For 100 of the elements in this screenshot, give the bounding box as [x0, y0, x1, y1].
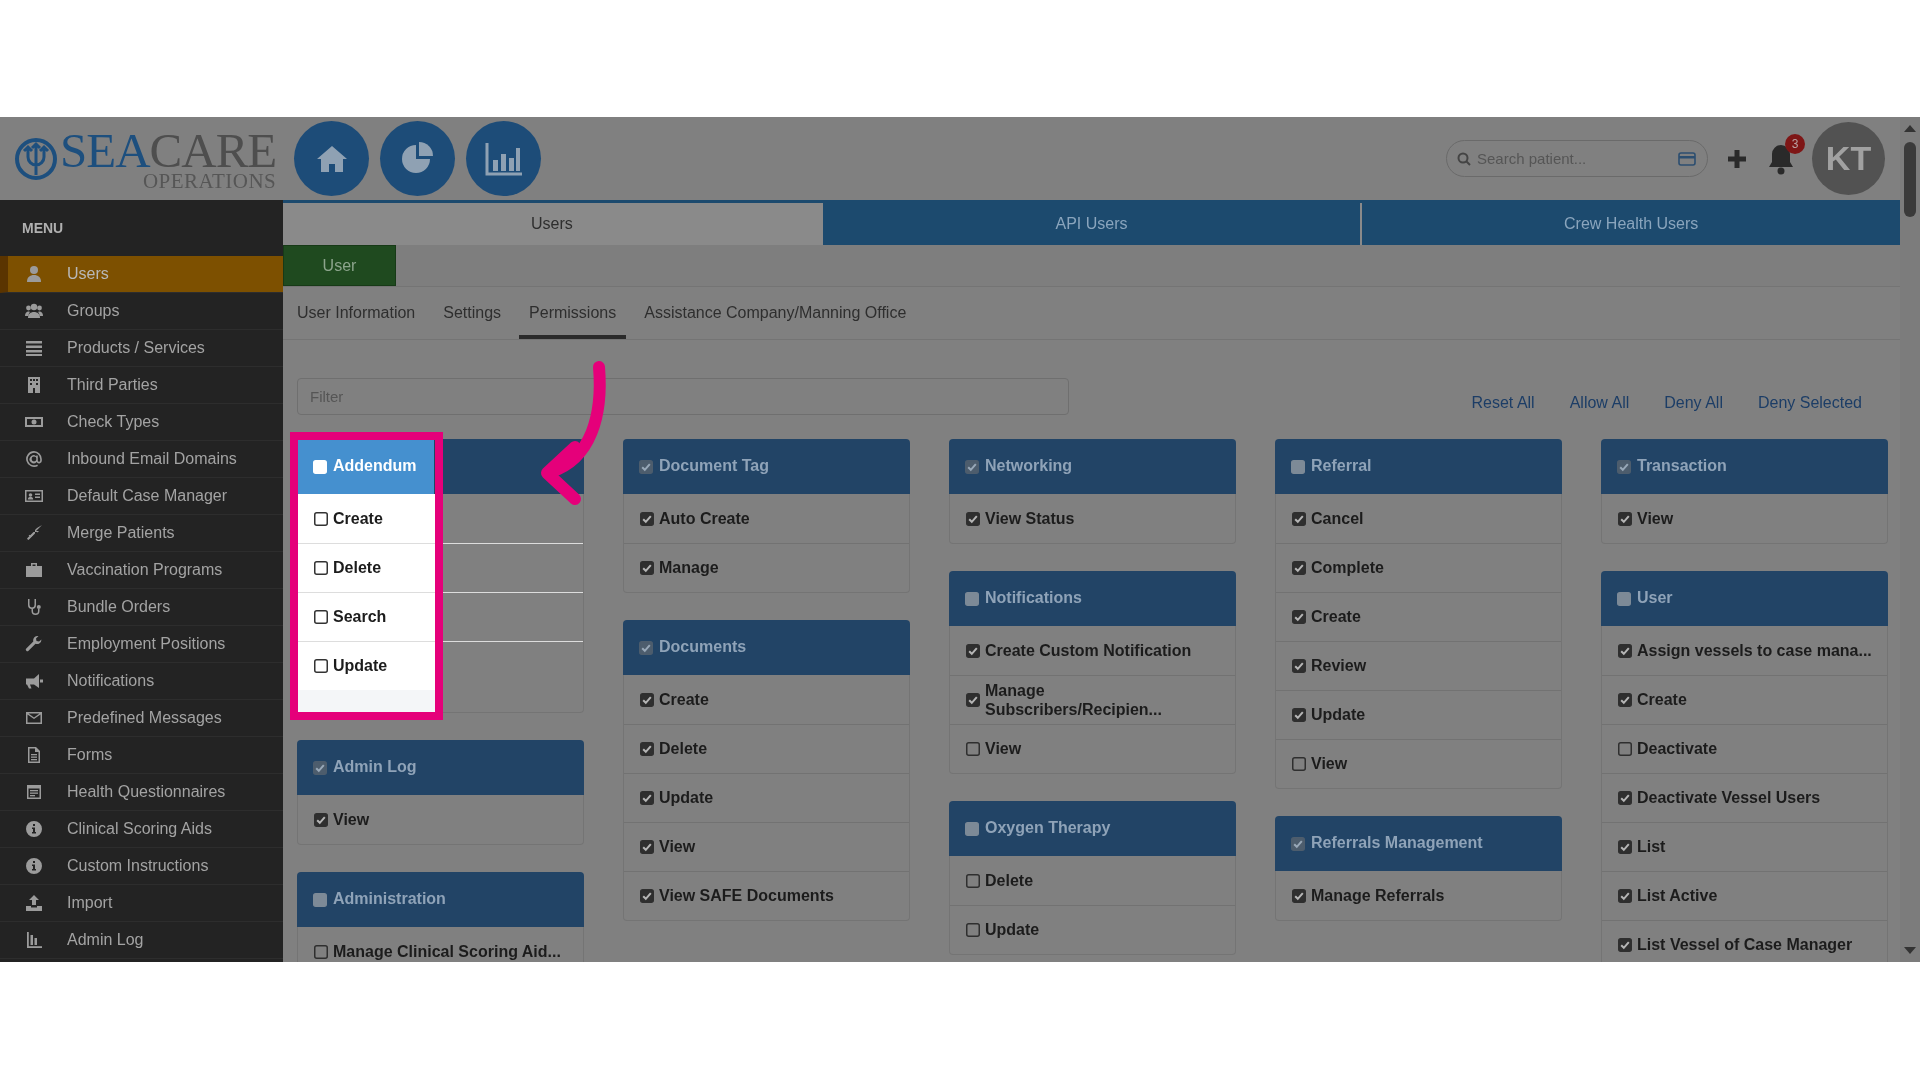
checkbox[interactable]: [1292, 561, 1306, 575]
tab[interactable]: Assistance Company/Manning Office: [634, 291, 917, 339]
menu-item[interactable]: Clinical Scoring Aids: [0, 811, 283, 848]
stethoscope-icon: [25, 598, 43, 616]
checkbox[interactable]: [314, 812, 328, 827]
checkbox[interactable]: [1618, 938, 1632, 952]
wrench-icon: [25, 635, 43, 653]
at-sign-icon: [25, 450, 43, 468]
panel-title: Networking: [985, 456, 1073, 476]
checkbox[interactable]: [1618, 791, 1632, 805]
menu-item[interactable]: Third Parties: [0, 367, 283, 404]
permission-label: View: [1637, 508, 1674, 529]
briefcase-icon: [25, 561, 43, 579]
menu-item[interactable]: Products / Services: [0, 330, 283, 367]
checkbox[interactable]: [1618, 643, 1632, 658]
checkbox[interactable]: [314, 511, 328, 526]
menu-item[interactable]: Import: [0, 885, 283, 922]
menu-item[interactable]: Employment Positions: [0, 626, 283, 663]
checkbox[interactable]: [1617, 591, 1631, 606]
checkbox[interactable]: [640, 889, 654, 903]
checkbox[interactable]: [966, 873, 980, 888]
checkbox[interactable]: [1291, 836, 1305, 851]
menu-item[interactable]: Inbound Email Domains: [0, 441, 283, 478]
menu-item[interactable]: Bundle Orders: [0, 589, 283, 626]
checkbox[interactable]: [640, 742, 654, 756]
menu-item[interactable]: Vaccination Programs: [0, 552, 283, 589]
menu-item[interactable]: Groups: [0, 293, 283, 330]
panel-title: Referral: [1311, 456, 1372, 476]
tab[interactable]: API Users: [820, 203, 1361, 245]
permission-label: Update: [1311, 705, 1366, 726]
permission-label: View SAFE Documents: [659, 886, 834, 907]
plus-icon[interactable]: [1726, 147, 1748, 170]
checkbox[interactable]: [966, 693, 980, 707]
checkbox[interactable]: [1292, 708, 1306, 722]
tab[interactable]: User Information: [287, 291, 426, 339]
menu-item[interactable]: Admin Log: [0, 922, 283, 959]
people-icon: [25, 302, 43, 320]
permission-label: View Status: [985, 508, 1075, 529]
panel-title: Administration: [333, 889, 446, 909]
checkbox[interactable]: [1292, 610, 1306, 624]
permission-label: Manage Subscribers/Recipien...: [985, 680, 1163, 720]
menu-item[interactable]: Health Questionnaires: [0, 774, 283, 811]
checkbox[interactable]: [313, 760, 327, 775]
checkbox[interactable]: [1618, 511, 1632, 526]
checkbox[interactable]: [966, 643, 980, 658]
checkbox[interactable]: [1618, 742, 1632, 756]
checkbox[interactable]: [965, 459, 979, 474]
checkbox[interactable]: [966, 511, 980, 526]
panel-title: Referrals Management: [1311, 833, 1483, 853]
permission-label: Create: [659, 689, 709, 710]
permission-label: List Active: [1637, 886, 1718, 907]
tab[interactable]: Crew Health Users: [1360, 203, 1900, 245]
checkbox[interactable]: [1617, 459, 1631, 474]
checkbox[interactable]: [313, 892, 327, 907]
checkbox[interactable]: [1292, 659, 1306, 673]
checkbox[interactable]: [314, 561, 328, 575]
checkbox[interactable]: [1292, 511, 1306, 526]
info-icon: [25, 857, 43, 875]
permission-label: Delete: [985, 870, 1034, 891]
scrollbar[interactable]: [1900, 117, 1920, 962]
checkbox[interactable]: [640, 511, 654, 526]
checkbox[interactable]: [1618, 889, 1632, 903]
menu-item[interactable]: Default Case Manager: [0, 478, 283, 515]
menu-item[interactable]: Custom Instructions: [0, 848, 283, 885]
checkbox[interactable]: [1618, 840, 1632, 854]
permission-label: List Vessel of Case Manager: [1637, 935, 1853, 956]
checkbox[interactable]: [966, 742, 980, 756]
permission-label: Manage Referrals: [1311, 885, 1445, 906]
permission-label: Review: [1311, 656, 1367, 677]
menu-item[interactable]: Notifications: [0, 663, 283, 700]
permission-label: Update: [659, 788, 714, 809]
checkbox[interactable]: [966, 923, 980, 937]
megaphone-icon: [25, 672, 43, 690]
checkbox[interactable]: [640, 692, 654, 707]
tab[interactable]: Settings: [433, 291, 512, 339]
menu-item[interactable]: Check Types: [0, 404, 283, 441]
permission-label: Cancel: [1311, 508, 1364, 529]
menu-item[interactable]: Users: [0, 256, 283, 293]
checkbox[interactable]: [965, 821, 979, 836]
checkbox[interactable]: [1292, 757, 1306, 771]
checkbox[interactable]: [639, 459, 653, 474]
checkbox[interactable]: [314, 610, 328, 624]
permission-label: Search: [333, 607, 387, 628]
checkbox[interactable]: [314, 944, 328, 959]
checkbox[interactable]: [640, 561, 654, 575]
menu-item[interactable]: Predefined Messages: [0, 700, 283, 737]
checkbox[interactable]: [965, 591, 979, 606]
user-button[interactable]: User: [283, 245, 396, 286]
checkbox[interactable]: [1292, 888, 1306, 903]
checkbox[interactable]: [1291, 459, 1305, 474]
checkbox[interactable]: [639, 640, 653, 655]
panel-title: Documents: [659, 637, 747, 657]
notification-badge: 3: [1785, 133, 1805, 154]
checkbox[interactable]: [640, 840, 654, 854]
checkbox[interactable]: [640, 791, 654, 805]
tab[interactable]: Users: [283, 203, 821, 245]
checkbox[interactable]: [314, 659, 328, 673]
tab[interactable]: Permissions: [519, 291, 627, 339]
checkbox[interactable]: [1618, 693, 1632, 707]
menu-item[interactable]: Forms: [0, 737, 283, 774]
